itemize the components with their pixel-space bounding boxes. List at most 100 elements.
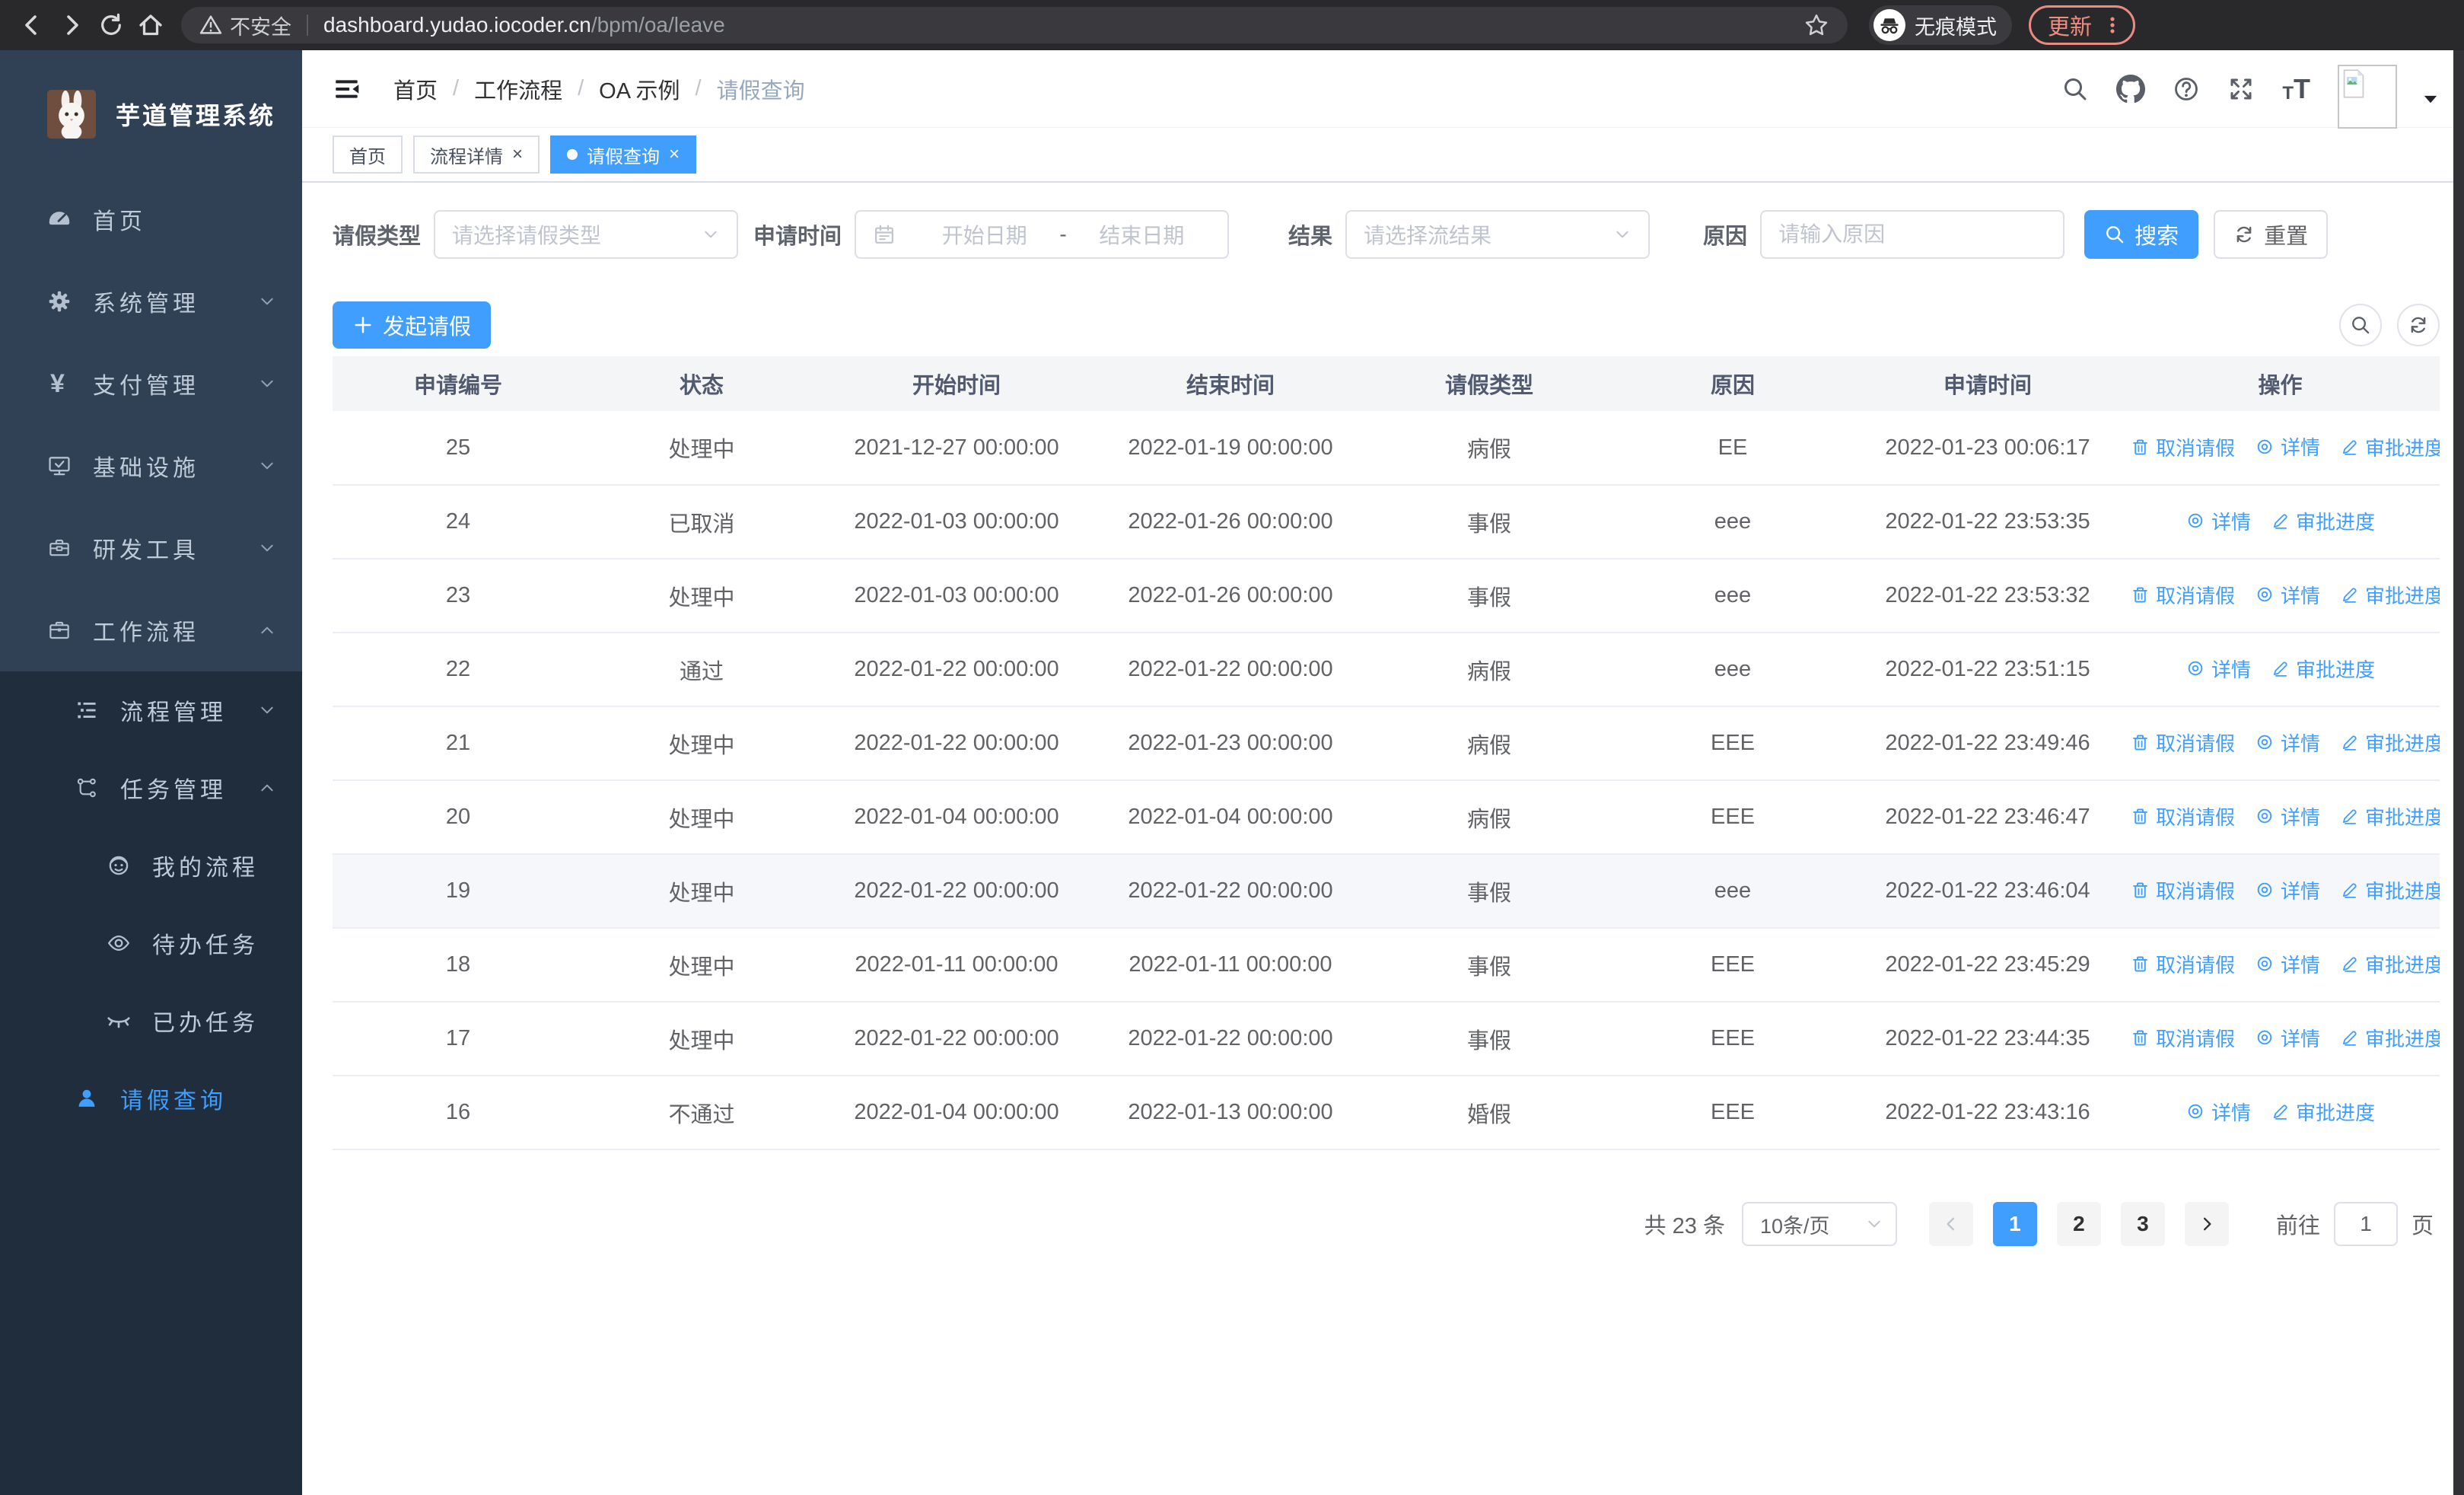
sidebar-item-home[interactable]: 首页 bbox=[0, 178, 302, 260]
breadcrumb-item[interactable]: 首页 bbox=[393, 73, 438, 105]
goto-page-input[interactable] bbox=[2333, 1202, 2398, 1246]
toggle-search-button[interactable] bbox=[2339, 304, 2382, 346]
sidebar-item-my-process[interactable]: 我的流程 bbox=[0, 827, 302, 904]
browser-back-button[interactable] bbox=[12, 5, 52, 45]
search-button[interactable]: 搜索 bbox=[2084, 210, 2199, 259]
address-bar[interactable]: 不安全 dashboard.yudao.iocoder.cn /bpm/oa/l… bbox=[181, 7, 1848, 43]
cancel-action-link[interactable]: 取消请假 bbox=[2131, 876, 2235, 904]
progress-action-link[interactable]: 审批进度 bbox=[2340, 581, 2440, 609]
sidebar-item-devtools[interactable]: 研发工具 bbox=[0, 507, 302, 589]
app-logo-row[interactable]: 芋道管理系统 bbox=[0, 50, 302, 178]
result-select[interactable]: 请选择流结果 bbox=[1345, 210, 1651, 259]
detail-action-link[interactable]: 详情 bbox=[2255, 802, 2320, 830]
progress-action-link[interactable]: 审批进度 bbox=[2271, 1098, 2375, 1126]
breadcrumb-item[interactable]: 工作流程 bbox=[474, 73, 562, 105]
row-actions: 详情 审批进度 bbox=[2121, 633, 2440, 707]
detail-action-link[interactable]: 详情 bbox=[2185, 507, 2251, 535]
cancel-action-link[interactable]: 取消请假 bbox=[2131, 433, 2235, 461]
table-cell: 2022-01-22 23:46:47 bbox=[1854, 780, 2121, 855]
page-button-3[interactable]: 3 bbox=[2120, 1202, 2165, 1246]
table-cell: 病假 bbox=[1367, 780, 1611, 855]
tab-label: 流程详情 bbox=[430, 146, 503, 167]
progress-action-link[interactable]: 审批进度 bbox=[2340, 433, 2440, 461]
trash-icon bbox=[2131, 733, 2150, 752]
progress-action-link[interactable]: 审批进度 bbox=[2271, 507, 2375, 535]
table-cell: 2022-01-11 00:00:00 bbox=[1094, 928, 1367, 1003]
sidebar-item-task-mgmt[interactable]: 任务管理 bbox=[0, 749, 302, 827]
sidebar-item-process-mgmt[interactable]: 流程管理 bbox=[0, 671, 302, 749]
bookmark-star-icon[interactable] bbox=[1803, 12, 1829, 38]
sidebar-item-todo-tasks[interactable]: 待办任务 bbox=[0, 904, 302, 982]
cancel-action-link[interactable]: 取消请假 bbox=[2131, 1024, 2235, 1052]
sidebar: 芋道管理系统 首页 系统管理 ¥ 支付管理 基础设施 研发工具 工作流程 流程管理 任务管理我的… bbox=[0, 50, 302, 1495]
progress-action-link[interactable]: 审批进度 bbox=[2271, 655, 2375, 683]
prev-page-button[interactable] bbox=[1928, 1202, 1973, 1246]
font-size-icon[interactable]: TT bbox=[2282, 75, 2310, 103]
menu-dots-icon[interactable] bbox=[2101, 14, 2124, 37]
table-cell: 2022-01-22 00:00:00 bbox=[820, 1002, 1094, 1076]
reason-input[interactable] bbox=[1760, 210, 2065, 259]
sidebar-item-infra[interactable]: 基础设施 bbox=[0, 425, 302, 507]
cancel-action-link[interactable]: 取消请假 bbox=[2131, 728, 2235, 757]
page-button-1[interactable]: 1 bbox=[1992, 1202, 2037, 1246]
reason-label: 原因 bbox=[1703, 225, 1748, 249]
detail-action-link[interactable]: 详情 bbox=[2255, 876, 2320, 904]
tab-流程详情[interactable]: 流程详情 × bbox=[413, 135, 540, 174]
column-header: 请假类型 bbox=[1367, 356, 1611, 411]
detail-action-link[interactable]: 详情 bbox=[2185, 655, 2251, 683]
detail-action-link[interactable]: 详情 bbox=[2255, 1024, 2320, 1052]
close-icon[interactable]: × bbox=[669, 145, 680, 164]
chevron-down-icon bbox=[258, 375, 276, 393]
apply-time-label: 申请时间 bbox=[753, 225, 842, 249]
table-cell: 事假 bbox=[1367, 559, 1611, 633]
help-icon[interactable] bbox=[2173, 75, 2200, 103]
sidebar-item-payment[interactable]: ¥ 支付管理 bbox=[0, 343, 302, 425]
sidebar-item-system[interactable]: 系统管理 bbox=[0, 260, 302, 343]
browser-update-button[interactable]: 更新 bbox=[2029, 5, 2136, 45]
refresh-table-button[interactable] bbox=[2397, 304, 2440, 346]
cancel-action-link[interactable]: 取消请假 bbox=[2131, 802, 2235, 830]
breadcrumb-item[interactable]: OA 示例 bbox=[599, 73, 680, 105]
sidebar-item-workflow[interactable]: 工作流程 bbox=[0, 589, 302, 671]
reset-button[interactable]: 重置 bbox=[2214, 210, 2329, 259]
table-cell: 2022-01-22 00:00:00 bbox=[820, 854, 1094, 929]
detail-action-link[interactable]: 详情 bbox=[2255, 950, 2320, 978]
github-icon[interactable] bbox=[2116, 74, 2146, 104]
detail-action-link[interactable]: 详情 bbox=[2255, 581, 2320, 609]
filter-form: 请假类型 请选择请假类型 申请时间 开始日期 - 结束日期 结果 请选择流结果 bbox=[333, 210, 2440, 259]
cancel-action-link[interactable]: 取消请假 bbox=[2131, 950, 2235, 978]
sidebar-fold-icon[interactable] bbox=[333, 75, 361, 104]
progress-action-link[interactable]: 审批进度 bbox=[2340, 876, 2440, 904]
browser-scrollbar[interactable] bbox=[2453, 50, 2464, 1495]
detail-action-link[interactable]: 详情 bbox=[2185, 1098, 2251, 1126]
progress-action-link[interactable]: 审批进度 bbox=[2340, 950, 2440, 978]
table-cell: 2022-01-22 23:53:32 bbox=[1854, 559, 2121, 633]
progress-action-link[interactable]: 审批进度 bbox=[2340, 1024, 2440, 1052]
avatar[interactable] bbox=[2338, 64, 2397, 129]
avatar-caret-down-icon[interactable] bbox=[2420, 88, 2441, 110]
detail-action-link[interactable]: 详情 bbox=[2255, 728, 2320, 757]
breadcrumb: 首页 / 工作流程 / OA 示例 / 请假查询 bbox=[393, 73, 805, 105]
monitor-icon bbox=[43, 454, 76, 478]
detail-action-link[interactable]: 详情 bbox=[2255, 432, 2320, 461]
cancel-action-link[interactable]: 取消请假 bbox=[2131, 581, 2235, 609]
fullscreen-icon[interactable] bbox=[2227, 75, 2255, 103]
apply-time-range-picker[interactable]: 开始日期 - 结束日期 bbox=[855, 210, 1230, 259]
leave-type-select[interactable]: 请选择请假类型 bbox=[434, 210, 739, 259]
search-icon[interactable] bbox=[2061, 75, 2089, 103]
sidebar-item-done-tasks[interactable]: 已办任务 bbox=[0, 982, 302, 1060]
tab-首页[interactable]: 首页 bbox=[333, 135, 403, 174]
browser-reload-button[interactable] bbox=[91, 5, 131, 45]
tab-请假查询[interactable]: 请假查询 × bbox=[550, 135, 697, 174]
browser-forward-button[interactable] bbox=[52, 5, 91, 45]
browser-home-button[interactable] bbox=[131, 5, 170, 45]
page-button-2[interactable]: 2 bbox=[2056, 1202, 2101, 1246]
close-icon[interactable]: × bbox=[512, 145, 523, 164]
progress-action-link[interactable]: 审批进度 bbox=[2340, 728, 2440, 757]
page-size-select[interactable]: 10条/页 bbox=[1741, 1202, 1897, 1246]
sidebar-item-label: 我的流程 bbox=[152, 856, 259, 881]
progress-action-link[interactable]: 审批进度 bbox=[2340, 802, 2440, 830]
sidebar-item-leave-query[interactable]: 请假查询 bbox=[0, 1060, 302, 1137]
next-page-button[interactable] bbox=[2184, 1202, 2229, 1246]
create-leave-button[interactable]: 发起请假 bbox=[333, 301, 492, 349]
